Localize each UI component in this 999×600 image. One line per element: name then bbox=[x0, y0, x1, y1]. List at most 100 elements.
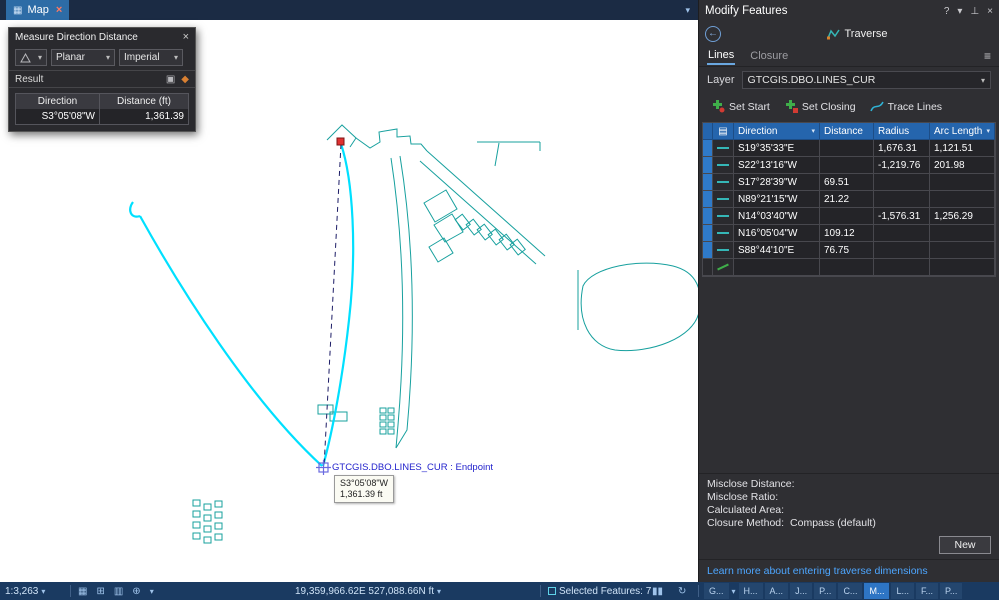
dock-tab[interactable]: P... bbox=[940, 583, 962, 599]
add-view-icon[interactable]: ⊞ bbox=[96, 586, 104, 597]
col-radius[interactable]: Radius bbox=[874, 123, 930, 140]
dock-tab[interactable]: F... bbox=[916, 583, 938, 599]
clear-result-icon[interactable]: ◆ bbox=[181, 74, 189, 85]
pin-icon[interactable]: ⊥ bbox=[970, 6, 979, 17]
distance-cell[interactable]: 76.75 bbox=[820, 242, 874, 259]
back-button[interactable]: ← bbox=[705, 26, 721, 42]
radius-cell[interactable]: -1,576.31 bbox=[874, 208, 930, 225]
row-selector[interactable] bbox=[703, 259, 713, 276]
distance-cell[interactable]: 69.51 bbox=[820, 174, 874, 191]
tab-lines[interactable]: Lines bbox=[707, 47, 735, 65]
arc-length-cell[interactable] bbox=[930, 191, 995, 208]
radius-cell[interactable]: -1,219.76 bbox=[874, 157, 930, 174]
arc-length-cell[interactable] bbox=[930, 174, 995, 191]
radius-cell[interactable] bbox=[874, 242, 930, 259]
dock-tab-active[interactable]: M... bbox=[864, 583, 889, 599]
distance-cell[interactable] bbox=[820, 208, 874, 225]
dock-tab[interactable]: P... bbox=[814, 583, 836, 599]
selected-features-status[interactable]: Selected Features: 7 bbox=[548, 582, 651, 600]
row-selector[interactable] bbox=[703, 191, 713, 208]
traverse-row[interactable]: N14°03'40"W -1,576.31 1,256.29 bbox=[703, 208, 995, 225]
close-map-tab-icon[interactable]: × bbox=[56, 4, 62, 16]
pane-menu-caret-icon[interactable]: ▾ bbox=[957, 6, 962, 17]
traverse-row-new[interactable] bbox=[703, 259, 995, 276]
snapping-icon[interactable]: ⊕ bbox=[132, 586, 140, 597]
distance-cell[interactable]: 21.22 bbox=[820, 191, 874, 208]
radius-cell[interactable] bbox=[874, 225, 930, 242]
arc-length-cell[interactable] bbox=[930, 259, 995, 276]
measure-close-icon[interactable]: × bbox=[183, 31, 189, 43]
coordinates-display[interactable]: 19,359,966.62E 527,088.66N ft ▾ bbox=[295, 582, 441, 600]
snap-tooltip-title: GTCGIS.DBO.LINES_CUR : Endpoint bbox=[332, 462, 493, 473]
radius-cell[interactable] bbox=[874, 191, 930, 208]
layout-grid-icon[interactable]: ▦ bbox=[78, 586, 87, 597]
map-scale-dropdown[interactable]: 1:3,263 ▾ bbox=[5, 582, 45, 600]
radius-cell[interactable] bbox=[874, 259, 930, 276]
layer-label: Layer bbox=[707, 74, 735, 86]
trace-lines-button[interactable]: Trace Lines bbox=[866, 98, 946, 115]
dock-tab[interactable]: L... bbox=[891, 583, 914, 599]
tab-closure[interactable]: Closure bbox=[749, 48, 789, 64]
direction-cell[interactable]: S19°35'33"E bbox=[734, 140, 820, 157]
caret-down-icon[interactable]: ▾ bbox=[150, 587, 154, 596]
traverse-grid-header: ▤ Direction▾ Distance Radius Arc Length▾ bbox=[703, 123, 995, 140]
copy-result-icon[interactable]: ▣ bbox=[166, 74, 175, 85]
learn-more-link[interactable]: Learn more about entering traverse dimen… bbox=[699, 559, 999, 582]
dock-overflow-caret-icon[interactable]: ▾ bbox=[731, 587, 737, 596]
close-pane-icon[interactable]: × bbox=[987, 6, 993, 17]
measure-tool-dropdown[interactable]: ▾ bbox=[15, 49, 47, 66]
traverse-row[interactable]: N16°05'04"W 109.12 bbox=[703, 225, 995, 242]
row-selector[interactable] bbox=[703, 242, 713, 259]
dock-tab[interactable]: H... bbox=[739, 583, 763, 599]
layer-dropdown[interactable]: GTCGIS.DBO.LINES_CUR ▾ bbox=[742, 71, 991, 89]
map-view-tab[interactable]: ▦ Map × bbox=[6, 0, 69, 20]
direction-cell[interactable]: N89°21'15"W bbox=[734, 191, 820, 208]
arc-length-cell[interactable] bbox=[930, 225, 995, 242]
radius-cell[interactable]: 1,676.31 bbox=[874, 140, 930, 157]
col-arc-length[interactable]: Arc Length▾ bbox=[930, 123, 995, 140]
col-direction[interactable]: Direction▾ bbox=[734, 123, 820, 140]
distance-cell[interactable] bbox=[820, 140, 874, 157]
set-start-button[interactable]: Set Start bbox=[707, 98, 774, 115]
set-closing-button[interactable]: Set Closing bbox=[780, 98, 860, 115]
status-bar: 1:3,263 ▾ ▦ ⊞ ▥ ⊕ ▾ 19,359,966.62E 527,0… bbox=[0, 582, 999, 600]
direction-cell[interactable]: S88°44'10"E bbox=[734, 242, 820, 259]
tab-bar-chevron-icon[interactable]: ▾ bbox=[685, 5, 690, 16]
view-mode-icon[interactable]: ▥ bbox=[114, 586, 123, 597]
new-button[interactable]: New bbox=[939, 536, 991, 554]
help-icon[interactable]: ? bbox=[944, 6, 950, 17]
traverse-row[interactable]: S22°13'16"W -1,219.76 201.98 bbox=[703, 157, 995, 174]
distance-cell[interactable] bbox=[820, 157, 874, 174]
dock-tab[interactable]: C... bbox=[838, 583, 862, 599]
radius-cell[interactable] bbox=[874, 174, 930, 191]
pause-drawing-button[interactable]: ▮▮ bbox=[652, 582, 663, 600]
arc-length-cell[interactable]: 1,256.29 bbox=[930, 208, 995, 225]
row-selector[interactable] bbox=[703, 157, 713, 174]
arc-length-cell[interactable]: 201.98 bbox=[930, 157, 995, 174]
measure-mode-dropdown[interactable]: Planar ▾ bbox=[51, 49, 115, 66]
row-selector[interactable] bbox=[703, 208, 713, 225]
arc-length-cell[interactable]: 1,121.51 bbox=[930, 140, 995, 157]
traverse-row[interactable]: S19°35'33"E 1,676.31 1,121.51 bbox=[703, 140, 995, 157]
direction-cell[interactable] bbox=[734, 259, 820, 276]
traverse-row[interactable]: N89°21'15"W 21.22 bbox=[703, 191, 995, 208]
arc-length-cell[interactable] bbox=[930, 242, 995, 259]
dock-tab[interactable]: G... bbox=[704, 583, 729, 599]
measure-units-dropdown[interactable]: Imperial ▾ bbox=[119, 49, 183, 66]
distance-cell[interactable]: 109.12 bbox=[820, 225, 874, 242]
row-selector[interactable] bbox=[703, 174, 713, 191]
dock-tab[interactable]: A... bbox=[765, 583, 789, 599]
col-distance[interactable]: Distance bbox=[820, 123, 874, 140]
traverse-row[interactable]: S88°44'10"E 76.75 bbox=[703, 242, 995, 259]
dock-tab[interactable]: J... bbox=[790, 583, 812, 599]
row-selector[interactable] bbox=[703, 225, 713, 242]
direction-cell[interactable]: S17°28'39"W bbox=[734, 174, 820, 191]
refresh-button[interactable]: ↻ bbox=[678, 582, 686, 600]
direction-cell[interactable]: S22°13'16"W bbox=[734, 157, 820, 174]
direction-cell[interactable]: N16°05'04"W bbox=[734, 225, 820, 242]
direction-cell[interactable]: N14°03'40"W bbox=[734, 208, 820, 225]
row-selector[interactable] bbox=[703, 140, 713, 157]
traverse-row[interactable]: S17°28'39"W 69.51 bbox=[703, 174, 995, 191]
pane-options-icon[interactable]: ≡ bbox=[984, 49, 991, 63]
distance-cell[interactable] bbox=[820, 259, 874, 276]
